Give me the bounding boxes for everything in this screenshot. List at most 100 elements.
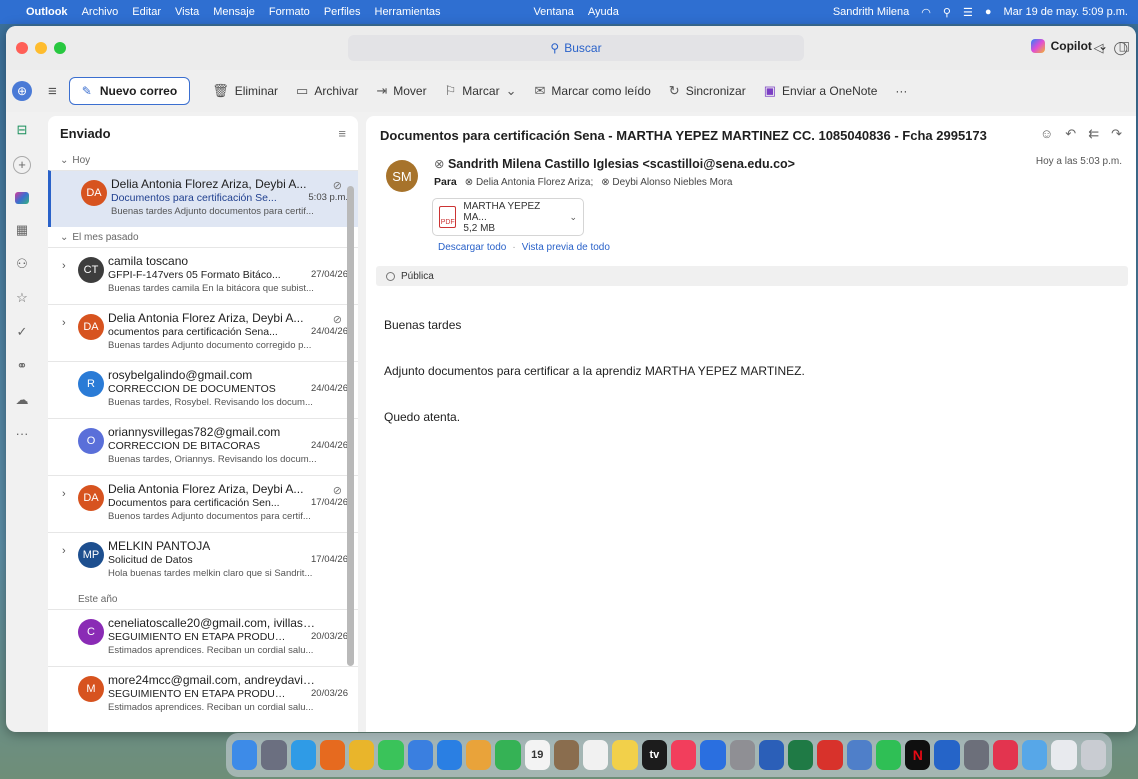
list-item[interactable]: C ceneliatoscalle20@gmail.com, ivillasal… (48, 609, 358, 666)
menu-ayuda[interactable]: Ayuda (588, 6, 619, 18)
list-item[interactable]: › DA Delia Antonia Florez Ariza, Deybi A… (48, 304, 358, 361)
wifi-icon[interactable]: ◠ (921, 6, 931, 19)
zoom-window-button[interactable] (54, 42, 66, 54)
recipient[interactable]: ⊗ Deybi Alonso Niebles Mora (601, 177, 732, 188)
chevron-right-icon[interactable]: › (62, 260, 66, 272)
onenote-button[interactable]: ▣ Enviar a OneNote (764, 83, 878, 99)
mail-app-icon[interactable] (15, 192, 29, 204)
chevron-down-icon[interactable]: ⌄ (569, 212, 577, 223)
calendar-app-icon[interactable]: 19 (524, 740, 550, 770)
chevron-right-icon[interactable]: › (62, 545, 66, 557)
globe-icon[interactable]: ⊕ (12, 81, 32, 101)
more-button[interactable]: ··· (895, 84, 907, 98)
group-today[interactable]: ⌄ Hoy (48, 150, 358, 170)
download-all-link[interactable]: Descargar todo (438, 242, 506, 253)
list-item[interactable]: DA Delia Antonia Florez Ariza, Deybi A..… (48, 170, 358, 227)
more-apps-icon[interactable]: ··· (16, 426, 29, 441)
list-scrollbar[interactable] (347, 186, 354, 666)
menu-mensaje[interactable]: Mensaje (213, 6, 255, 18)
cloud-icon[interactable]: ☁ (16, 392, 29, 408)
firefox-icon[interactable] (319, 740, 346, 770)
mark-unread-button[interactable]: ✉ Marcar como leído (535, 83, 651, 99)
list-item[interactable]: › CT camila toscano GFPI-F-147vers 05 Fo… (48, 247, 358, 304)
preview-all-link[interactable]: Vista previa de todo (522, 242, 610, 253)
menubar-user[interactable]: Sandrith Milena (833, 6, 909, 18)
move-button[interactable]: ⇥ Mover (376, 83, 426, 99)
chrome-icon[interactable] (349, 740, 375, 770)
calendar-icon[interactable]: ▦ (16, 222, 28, 238)
preview-app-icon[interactable] (846, 740, 872, 770)
menu-vista[interactable]: Vista (175, 6, 199, 18)
finder-icon[interactable] (232, 740, 258, 770)
filter-icon[interactable]: ≡ (338, 126, 346, 141)
menu-archivo[interactable]: Archivo (82, 6, 119, 18)
sync-button[interactable]: ↻ Sincronizar (669, 83, 746, 99)
launchpad-icon[interactable] (261, 740, 287, 770)
chevron-right-icon[interactable]: › (62, 488, 66, 500)
reply-icon[interactable]: ↶ (1065, 126, 1076, 142)
siri-icon[interactable]: ● (985, 6, 992, 18)
sensitivity-label-bar[interactable]: Pública (376, 266, 1128, 286)
search-input[interactable]: ⚲ Buscar (348, 35, 804, 61)
list-item[interactable]: O oriannysvillegas782@gmail.com CORRECCI… (48, 418, 358, 475)
facetime-icon[interactable] (495, 740, 521, 770)
list-item[interactable]: › MP MELKIN PANTOJA Solicitud de Datos 17… (48, 532, 358, 589)
menu-outlook[interactable]: Outlook (26, 6, 68, 18)
word-icon[interactable] (758, 740, 785, 770)
contacts-icon[interactable] (553, 740, 580, 770)
chevron-right-icon[interactable]: › (62, 317, 66, 329)
photos-icon[interactable] (466, 740, 492, 770)
flag-button[interactable]: ⚐ Marcar ⌄ (445, 83, 517, 99)
acrobat-icon[interactable] (817, 740, 843, 770)
keynote-icon[interactable] (700, 740, 726, 770)
trash-icon[interactable] (1080, 740, 1106, 770)
hamburger-menu-icon[interactable]: ≡ (48, 83, 57, 100)
group-last-month[interactable]: ⌄ El mes pasado (48, 227, 358, 247)
recipient[interactable]: ⊗ Delia Antonia Florez Ariza; (465, 177, 593, 188)
outlook-app-icon[interactable] (934, 740, 960, 770)
safari-icon[interactable] (290, 740, 316, 770)
delete-button[interactable]: 🗑 Eliminar (212, 83, 278, 99)
sidebar-toggle-icon[interactable]: ◫ (1119, 39, 1130, 53)
menu-formato[interactable]: Formato (269, 6, 310, 18)
copilot-button[interactable]: Copilot ⌄ (1030, 39, 1108, 53)
people-icon[interactable]: ⚇ (16, 256, 28, 272)
new-mail-button[interactable]: ✎ Nuevo correo (68, 77, 191, 105)
star-icon[interactable]: ☆ (16, 290, 28, 306)
folder-icon[interactable] (1022, 740, 1048, 770)
menu-herramientas[interactable]: Herramientas (375, 6, 441, 18)
archive-button[interactable]: ▭ Archivar (296, 83, 358, 99)
menubar-clock[interactable]: Mar 19 de may. 5:09 p.m. (1003, 6, 1128, 18)
reminders-icon[interactable] (583, 740, 609, 770)
document-icon[interactable] (1051, 740, 1077, 770)
netflix-icon[interactable]: N (905, 740, 931, 770)
reply-all-icon[interactable]: ⇇ (1088, 126, 1099, 142)
add-account-icon[interactable]: + (13, 156, 31, 174)
utility-icon[interactable] (963, 740, 989, 770)
sender-avatar[interactable]: SM (386, 160, 418, 192)
control-center-icon[interactable]: ☰ (963, 6, 973, 19)
list-item[interactable]: R rosybelgalindo@gmail.com CORRECCION DE… (48, 361, 358, 418)
music-icon[interactable] (671, 740, 697, 770)
forward-icon[interactable]: ↷ (1111, 126, 1122, 142)
sender-name[interactable]: ⊗ Sandrith Milena Castillo Iglesias <sca… (434, 156, 795, 171)
notes-icon[interactable] (612, 740, 638, 770)
list-item[interactable]: › DA Delia Antonia Florez Ariza, Deybi A… (48, 475, 358, 532)
settings-icon[interactable] (729, 740, 755, 770)
creative-cloud-icon[interactable] (992, 740, 1019, 770)
groups-icon[interactable]: ⚭ (17, 358, 28, 374)
menu-ventana[interactable]: Ventana (533, 6, 573, 18)
group-this-year[interactable]: Este año (48, 589, 358, 609)
minimize-window-button[interactable] (35, 42, 47, 54)
messages-icon[interactable] (378, 740, 404, 770)
briefcase-icon[interactable]: ⊟ (17, 122, 28, 138)
excel-icon[interactable] (788, 740, 814, 770)
close-window-button[interactable] (16, 42, 28, 54)
apple-tv-icon[interactable]: tv (641, 740, 667, 770)
spotlight-icon[interactable]: ⚲ (943, 6, 951, 19)
todo-icon[interactable]: ✓ (17, 324, 28, 340)
whatsapp-icon[interactable] (875, 740, 902, 770)
menu-editar[interactable]: Editar (132, 6, 161, 18)
mail-icon[interactable] (407, 740, 433, 770)
emoji-react-icon[interactable]: ☺ (1040, 126, 1053, 142)
